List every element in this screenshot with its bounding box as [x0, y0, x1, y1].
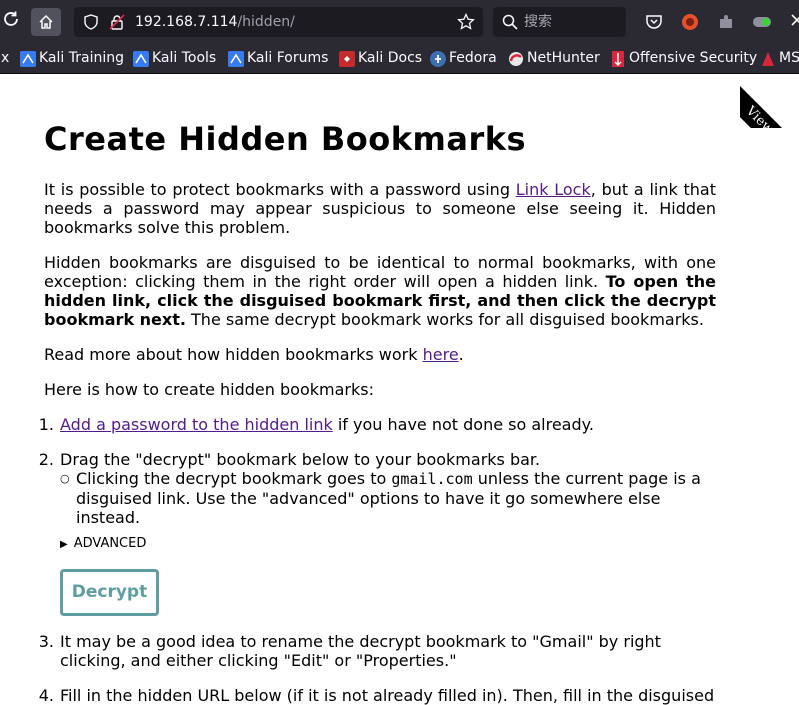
advanced-toggle[interactable]: ▶ ADVANCED	[60, 536, 146, 553]
bookmark-label: Offensive Security	[629, 50, 758, 66]
extension-icon[interactable]	[681, 13, 699, 31]
text: .	[458, 345, 464, 364]
bookmark-label: x	[1, 50, 10, 66]
read-more-paragraph: Read more about how hidden bookmarks wor…	[44, 345, 716, 364]
pocket-icon[interactable]	[645, 13, 663, 31]
insecure-lock-icon[interactable]	[109, 14, 125, 30]
step-text: Fill in the hidden URL below (if it is n…	[60, 686, 715, 705]
browser-toolbar: 192.168.7.114/hidden/ 搜索	[0, 0, 799, 44]
shield-icon[interactable]	[83, 14, 99, 30]
kali-dragon-icon	[228, 51, 244, 67]
fedora-icon	[430, 51, 446, 67]
url-host: 192.168.7.114	[135, 14, 238, 30]
kali-docs-icon	[339, 51, 355, 67]
here-link[interactable]: here	[423, 345, 459, 364]
url-path: /hidden/	[237, 14, 295, 30]
bookmark-star-icon[interactable]	[457, 13, 475, 31]
github-ribbon[interactable]: View o	[740, 74, 799, 128]
close-icon[interactable]	[790, 12, 799, 32]
text: Read more about how hidden bookmarks wor…	[44, 345, 423, 364]
step-number: 4.	[38, 686, 54, 705]
circle-bullet-icon: ○	[60, 472, 70, 485]
step-text: Drag the "decrypt" bookmark below to you…	[60, 450, 541, 469]
offsec-icon	[612, 51, 624, 67]
url-bar[interactable]: 192.168.7.114/hidden/	[74, 7, 483, 37]
toggle-extension-icon[interactable]	[752, 13, 774, 31]
extension-puzzle-icon[interactable]	[717, 13, 735, 31]
advanced-label: ADVANCED	[73, 536, 147, 551]
bookmarks-toolbar: x Kali Training Kali Tools Kali Forums K…	[0, 44, 799, 74]
search-placeholder: 搜索	[524, 14, 552, 30]
step-number: 1.	[38, 415, 54, 434]
step-text: if you have not done so already.	[332, 415, 594, 434]
text: The same decrypt bookmark works for all …	[185, 310, 704, 329]
bookmark-label: Kali Forums	[247, 50, 329, 66]
home-button[interactable]	[31, 8, 61, 36]
ribbon-label: View o	[740, 86, 799, 128]
step-text: It may be a good idea to rename the decr…	[60, 632, 661, 670]
offsec-icon	[762, 52, 774, 66]
kali-dragon-icon	[133, 51, 149, 67]
bookmark-label: Fedora	[449, 50, 497, 66]
decrypt-bookmarklet-button[interactable]: Decrypt	[60, 569, 159, 616]
kali-dragon-icon	[20, 51, 36, 67]
bookmark-label: Kali Tools	[152, 50, 217, 66]
reload-icon[interactable]	[0, 10, 24, 34]
page-title: Create Hidden Bookmarks	[44, 120, 527, 158]
search-icon	[502, 14, 518, 30]
bookmark-label: NetHunter	[527, 50, 600, 66]
bookmark-label: Kali Training	[39, 50, 124, 66]
search-bar[interactable]: 搜索	[493, 7, 626, 37]
intro-paragraph: It is possible to protect bookmarks with…	[44, 180, 716, 237]
howto-paragraph: Here is how to create hidden bookmarks:	[44, 380, 374, 399]
text: Clicking the decrypt bookmark goes to	[76, 469, 392, 488]
step-number: 3.	[38, 632, 54, 651]
step-number: 2.	[38, 450, 54, 469]
sub-bullet: ○ Clicking the decrypt bookmark goes to …	[60, 469, 716, 527]
nethunter-icon	[509, 52, 523, 66]
link-lock-link[interactable]: Link Lock	[516, 180, 591, 199]
explanation-paragraph: Hidden bookmarks are disguised to be ide…	[44, 253, 716, 329]
home-icon	[39, 14, 53, 29]
disclosure-triangle-icon: ▶	[60, 539, 68, 550]
text: It is possible to protect bookmarks with…	[44, 180, 516, 199]
bookmark-label: Kali Docs	[358, 50, 423, 66]
url-text[interactable]: 192.168.7.114/hidden/	[135, 7, 295, 37]
bookmark-label: MS	[779, 50, 799, 66]
code-domain: gmail.com	[391, 470, 473, 488]
add-password-link[interactable]: Add a password to the hidden link	[60, 415, 333, 434]
